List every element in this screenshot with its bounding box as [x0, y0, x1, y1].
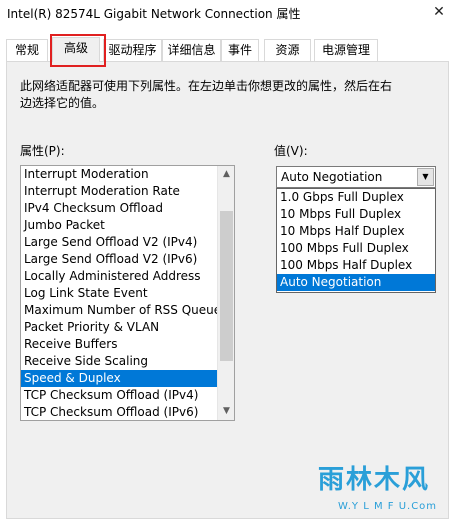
description-text: 此网络适配器可使用下列属性。在左边单击你想更改的属性，然后在右边选择它的值。	[20, 79, 393, 110]
list-item[interactable]: Receive Buffers	[21, 336, 217, 353]
tab-resources[interactable]: 资源	[264, 39, 311, 61]
tab-driver[interactable]: 驱动程序	[103, 39, 162, 61]
window-title: Intel(R) 82574L Gigabit Network Connecti…	[7, 7, 301, 21]
dropdown-option[interactable]: 10 Mbps Half Duplex	[277, 223, 435, 240]
value-combobox-text: Auto Negotiation	[281, 170, 383, 184]
property-listbox[interactable]: Interrupt Moderation Interrupt Moderatio…	[20, 165, 235, 421]
list-item[interactable]: Locally Administered Address	[21, 268, 217, 285]
tab-events[interactable]: 事件	[221, 39, 259, 61]
property-list: Interrupt Moderation Interrupt Moderatio…	[21, 166, 217, 420]
dropdown-option[interactable]: 100 Mbps Half Duplex	[277, 257, 435, 274]
list-item[interactable]: Jumbo Packet	[21, 217, 217, 234]
tab-power-management[interactable]: 电源管理	[314, 39, 378, 61]
dropdown-option[interactable]: 100 Mbps Full Duplex	[277, 240, 435, 257]
tab-details[interactable]: 详细信息	[162, 39, 221, 61]
scroll-thumb[interactable]	[220, 211, 233, 361]
property-label: 属性(P):	[20, 144, 65, 158]
dropdown-option[interactable]: 1.0 Gbps Full Duplex	[277, 189, 435, 206]
watermark-logo: 雨林木风	[318, 465, 431, 495]
chevron-down-icon[interactable]: ▼	[417, 168, 434, 186]
list-item[interactable]: Log Link State Event	[21, 285, 217, 302]
value-dropdown-list[interactable]: 1.0 Gbps Full Duplex 10 Mbps Full Duplex…	[276, 188, 436, 293]
dropdown-option[interactable]: 10 Mbps Full Duplex	[277, 206, 435, 223]
list-item[interactable]: Large Send Offload V2 (IPv4)	[21, 234, 217, 251]
watermark-url: W.Y L M F U.Com	[338, 501, 438, 512]
list-item-selected[interactable]: Speed & Duplex	[21, 370, 217, 387]
title-bar: Intel(R) 82574L Gigabit Network Connecti…	[0, 0, 455, 28]
list-item[interactable]: Interrupt Moderation Rate	[21, 183, 217, 200]
list-item[interactable]: TCP Checksum Offload (IPv6)	[21, 404, 217, 420]
scroll-up-icon[interactable]: ▲	[218, 166, 234, 183]
watermark: 雨林木风 W.Y L M F U.Com	[318, 459, 450, 519]
tab-general[interactable]: 常规	[6, 39, 48, 61]
value-label: 值(V):	[274, 144, 308, 158]
close-icon[interactable]: ✕	[429, 2, 449, 22]
list-item[interactable]: TCP Checksum Offload (IPv4)	[21, 387, 217, 404]
list-item[interactable]: IPv4 Checksum Offload	[21, 200, 217, 217]
list-item[interactable]: Large Send Offload V2 (IPv6)	[21, 251, 217, 268]
list-item[interactable]: Receive Side Scaling	[21, 353, 217, 370]
list-item[interactable]: Interrupt Moderation	[21, 166, 217, 183]
list-item[interactable]: Packet Priority & VLAN	[21, 319, 217, 336]
tab-highlight-box	[50, 34, 106, 67]
scroll-down-icon[interactable]: ▼	[218, 403, 234, 420]
property-scrollbar[interactable]: ▲ ▼	[217, 166, 234, 420]
list-item[interactable]: Maximum Number of RSS Queue	[21, 302, 217, 319]
value-combobox[interactable]: Auto Negotiation ▼	[276, 166, 436, 188]
dropdown-option-selected[interactable]: Auto Negotiation	[277, 274, 435, 291]
